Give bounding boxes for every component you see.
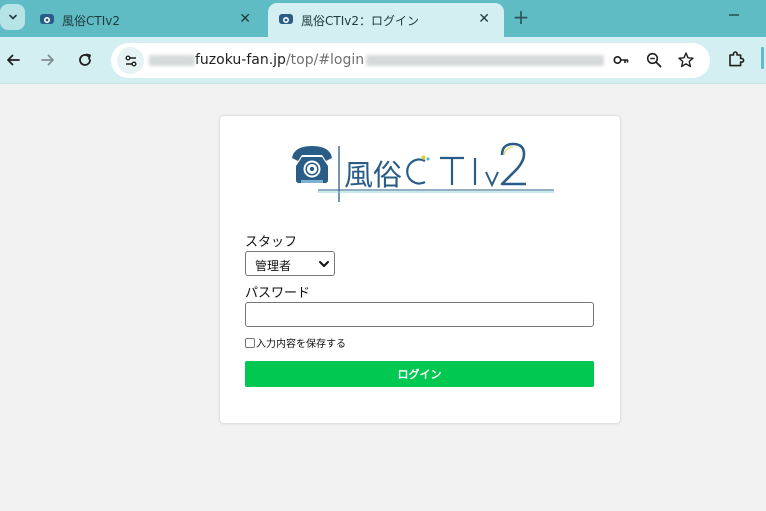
tab-strip: 風俗CTIv2 ✕ 風俗CTIv2：ログイン ✕ + xyxy=(0,0,766,37)
profile-button-edge[interactable] xyxy=(761,47,764,69)
login-button[interactable]: ログイン xyxy=(245,361,594,387)
new-tab-icon[interactable]: + xyxy=(511,6,531,28)
back-button[interactable] xyxy=(2,49,24,71)
url-path: /top/#login xyxy=(285,52,365,68)
svg-text:風俗: 風俗 xyxy=(344,158,402,192)
address-bar[interactable]: fuzoku-fan.jp /top/#login xyxy=(111,43,710,78)
reload-button[interactable] xyxy=(74,49,96,71)
close-icon[interactable]: ✕ xyxy=(239,12,251,26)
staff-select-value: 管理者 xyxy=(255,259,292,273)
login-card: 風俗 スタッフ 管理者 パスワード 入力内容を保存する ログイン xyxy=(220,116,620,423)
tab-ctiv2-login[interactable]: 風俗CTIv2：ログイン ✕ xyxy=(268,3,504,37)
tab-search-button[interactable] xyxy=(0,4,25,30)
browser-toolbar: fuzoku-fan.jp /top/#login xyxy=(0,37,766,84)
remember-option[interactable]: 入力内容を保存する xyxy=(245,335,346,350)
forward-icon xyxy=(41,54,54,66)
bookmark-star-icon[interactable] xyxy=(677,51,695,69)
remember-label: 入力内容を保存する xyxy=(256,339,346,350)
extensions-icon[interactable] xyxy=(726,49,746,69)
password-label: パスワード xyxy=(245,286,311,301)
close-icon[interactable]: ✕ xyxy=(478,12,490,26)
forward-button[interactable] xyxy=(37,49,59,71)
site-info-button[interactable] xyxy=(117,47,144,74)
back-icon xyxy=(7,54,20,66)
fuzoku-cti-logo: 風俗 xyxy=(292,142,554,202)
site-info-icon xyxy=(125,55,136,66)
zoom-icon[interactable] xyxy=(645,51,663,69)
favicon-phone-icon xyxy=(279,14,293,24)
chevron-down-icon xyxy=(319,261,329,267)
chevron-down-icon xyxy=(8,14,17,20)
minimize-icon[interactable] xyxy=(727,8,741,22)
redacted-url-query xyxy=(366,54,605,66)
tab-title: 風俗CTIv2：ログイン xyxy=(301,14,419,28)
password-input[interactable] xyxy=(245,302,594,327)
tab-ctiv2[interactable]: 風俗CTIv2 ✕ xyxy=(29,3,265,37)
redacted-subdomain xyxy=(149,54,195,66)
url-host: fuzoku-fan.jp xyxy=(195,52,286,68)
staff-select[interactable]: 管理者 xyxy=(245,251,335,276)
remember-checkbox[interactable] xyxy=(245,337,255,348)
staff-label: スタッフ xyxy=(245,235,298,250)
tab-title: 風俗CTIv2 xyxy=(62,14,120,28)
favicon-phone-icon xyxy=(40,14,54,24)
reload-icon xyxy=(79,53,91,66)
url-text: fuzoku-fan.jp /top/#login xyxy=(149,52,605,68)
password-key-icon[interactable] xyxy=(612,51,630,69)
telephone-icon xyxy=(292,146,332,183)
